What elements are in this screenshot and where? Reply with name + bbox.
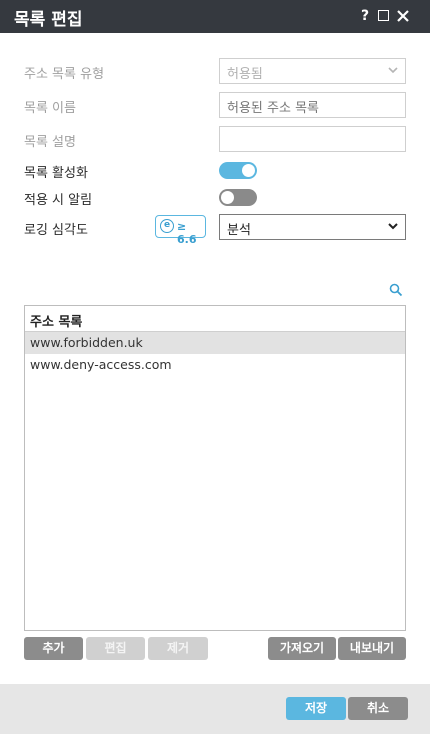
row-list-description: 목록 설명 [24,126,406,152]
list-name-value: 허용된 주소 목록 [227,101,319,116]
row-activate-list: 목록 활성화 [24,157,406,183]
close-icon[interactable] [396,9,410,23]
row-notify-on-apply: 적용 시 알림 [24,184,406,210]
logging-severity-value: 분석 [227,223,251,238]
row-logging-severity: 로깅 심각도 e ≥ 6.6 분석 [24,214,406,246]
list-item[interactable]: www.deny-access.com [25,354,405,376]
product-version-icon: e [160,219,174,233]
remove-button[interactable]: 제거 [148,637,208,660]
list-type-label: 주소 목록 유형 [24,67,105,82]
list-name-label: 목록 이름 [24,101,76,116]
help-button[interactable]: ? [361,7,369,25]
address-list-header: 주소 목록 [25,306,405,332]
import-button[interactable]: 가져오기 [268,637,336,660]
logging-severity-select[interactable]: 분석 [219,214,406,240]
save-button[interactable]: 저장 [286,697,346,720]
dialog-footer: 저장 취소 [0,684,430,734]
export-button[interactable]: 내보내기 [338,637,406,660]
notify-on-apply-toggle[interactable] [219,189,257,206]
row-list-name: 목록 이름 허용된 주소 목록 [24,92,406,118]
list-type-select: 허용됨 [219,58,406,84]
add-button[interactable]: 추가 [24,637,83,660]
activate-list-label: 목록 활성화 [24,166,88,181]
maximize-icon[interactable] [378,10,389,21]
edit-button[interactable]: 편집 [86,637,145,660]
search-icon[interactable] [389,282,403,297]
list-type-value: 허용됨 [227,67,263,82]
version-badge-text: ≥ 6.6 [177,220,197,246]
list-description-label: 목록 설명 [24,135,76,150]
notify-on-apply-label: 적용 시 알림 [24,193,93,208]
row-list-type: 주소 목록 유형 허용됨 [24,58,406,84]
address-list: 주소 목록 www.forbidden.uk www.deny-access.c… [24,305,406,631]
title-bar: 목록 편집 ? [0,0,430,33]
activate-list-toggle[interactable] [219,162,257,179]
toggle-knob [221,191,234,204]
window-title: 목록 편집 [14,10,83,30]
list-item[interactable]: www.forbidden.uk [25,332,405,354]
list-description-input[interactable] [219,126,406,152]
toggle-knob [242,164,255,177]
logging-severity-label: 로깅 심각도 [24,223,88,238]
list-name-input[interactable]: 허용된 주소 목록 [219,92,406,118]
cancel-button[interactable]: 취소 [348,697,408,720]
version-badge: e ≥ 6.6 [155,215,206,246]
chevron-down-icon [387,64,399,80]
chevron-down-icon [387,220,399,236]
